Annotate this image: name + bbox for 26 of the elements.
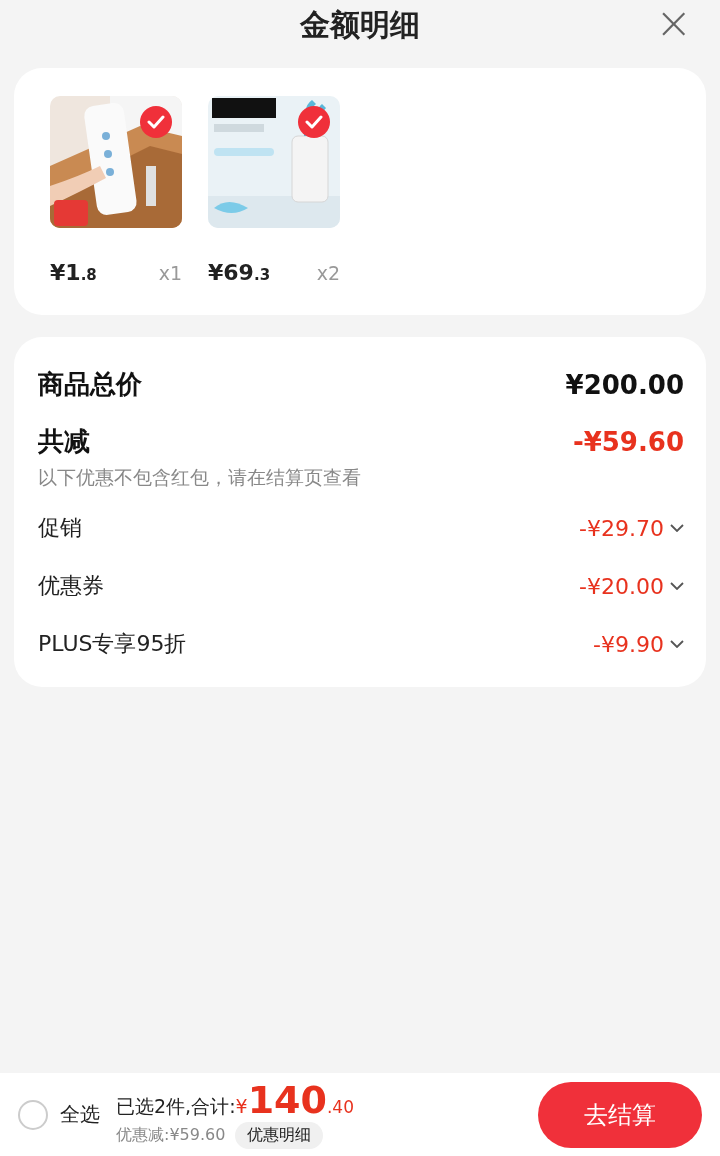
product-price: ¥1.8 xyxy=(50,260,97,285)
total-value: ¥200.00 xyxy=(565,369,684,400)
discount-label: 优惠券 xyxy=(38,572,104,600)
selected-count: 已选2件,合计: xyxy=(116,1094,236,1119)
close-button[interactable]: × xyxy=(655,0,692,46)
discount-value[interactable]: -¥29.70 xyxy=(579,515,684,541)
note-text: 以下优惠不包含红包，请在结算页查看 xyxy=(38,465,362,490)
product-price: ¥69.3 xyxy=(208,260,271,285)
discount-value[interactable]: -¥20.00 xyxy=(579,573,684,599)
reduction-value: -¥59.60 xyxy=(572,426,684,457)
discount-label: 促销 xyxy=(38,514,82,542)
select-all-radio[interactable] xyxy=(18,1099,48,1130)
check-icon xyxy=(147,115,165,129)
discount-label: PLUS专享95折 xyxy=(38,630,187,658)
total-label: 商品总价 xyxy=(38,368,142,401)
page-title: 金额明细 xyxy=(300,5,420,44)
product-quantity: x1 xyxy=(158,262,182,284)
total-amount: ¥140.40 xyxy=(235,1080,354,1120)
discount-text: 优惠减:¥59.60 xyxy=(116,1125,226,1146)
product-quantity: x2 xyxy=(316,262,340,284)
checkout-button[interactable]: 去结算 xyxy=(538,1081,702,1148)
check-icon xyxy=(305,115,323,129)
discount-detail-button[interactable]: 优惠明细 xyxy=(235,1122,324,1149)
discount-value[interactable]: -¥9.90 xyxy=(593,631,684,657)
select-all-label[interactable]: 全选 xyxy=(60,1101,100,1128)
reduction-label: 共减 xyxy=(38,425,90,458)
